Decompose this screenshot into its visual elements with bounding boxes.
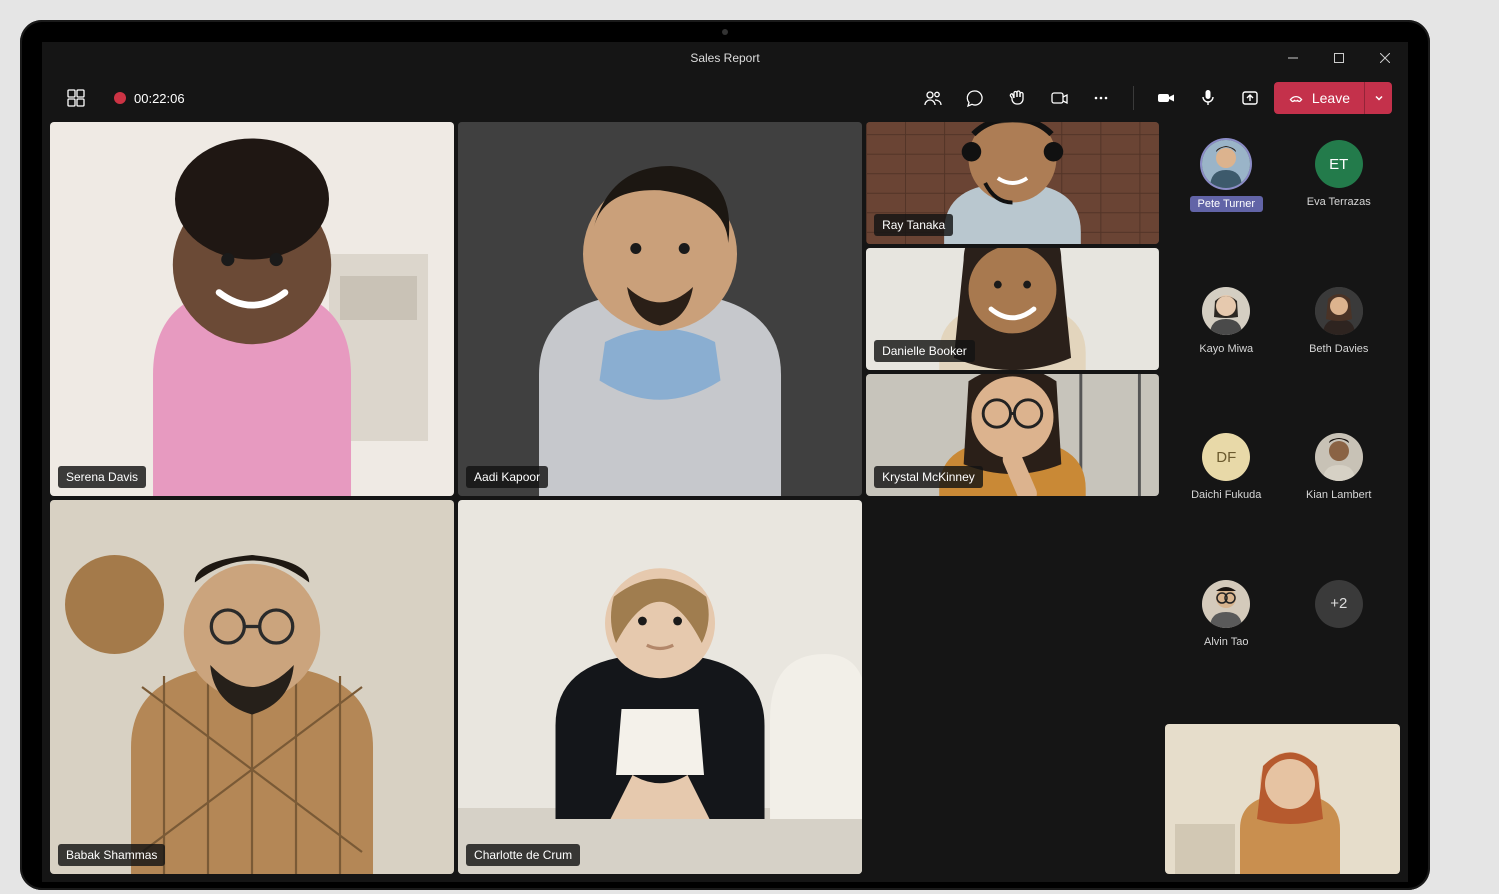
leave-menu-button[interactable] bbox=[1364, 82, 1392, 114]
meeting-stage: Serena Davis bbox=[42, 122, 1408, 882]
close-button[interactable] bbox=[1362, 42, 1408, 74]
video-tile[interactable]: Aadi Kapoor bbox=[458, 122, 862, 496]
participant-video bbox=[50, 122, 454, 496]
participant-label: Eva Terrazas bbox=[1307, 196, 1371, 208]
leave-button[interactable]: Leave bbox=[1274, 82, 1364, 114]
participant-avatar[interactable]: Pete Turner bbox=[1175, 140, 1278, 277]
camera-dot-icon bbox=[722, 29, 728, 35]
minimize-button[interactable] bbox=[1270, 42, 1316, 74]
record-icon bbox=[114, 92, 126, 104]
video-tile[interactable]: Danielle Booker bbox=[866, 248, 1159, 370]
recording-indicator: 00:22:06 bbox=[114, 91, 185, 106]
avatar-icon bbox=[1202, 140, 1250, 188]
participant-label: Kayo Miwa bbox=[1199, 343, 1253, 355]
overflow-participants: Pete Turner ET Eva Terrazas Kayo Miwa bbox=[1165, 122, 1400, 720]
participants-sidebar: Pete Turner ET Eva Terrazas Kayo Miwa bbox=[1165, 122, 1400, 874]
avatar-icon bbox=[1202, 287, 1250, 335]
camera-button[interactable] bbox=[1148, 80, 1184, 116]
video-tile[interactable]: Charlotte de Crum bbox=[458, 500, 862, 874]
app-window: Sales Report bbox=[42, 42, 1408, 882]
more-button[interactable] bbox=[1083, 80, 1119, 116]
participant-label: Daichi Fukuda bbox=[1191, 489, 1261, 501]
participant-video bbox=[50, 500, 454, 874]
avatar-icon bbox=[1202, 580, 1250, 628]
people-button[interactable] bbox=[915, 80, 951, 116]
participant-name: Krystal McKinney bbox=[874, 466, 983, 488]
participant-avatar[interactable]: Beth Davies bbox=[1288, 287, 1391, 424]
avatar-icon: +2 bbox=[1315, 580, 1363, 628]
chat-button[interactable] bbox=[957, 80, 993, 116]
video-grid: Serena Davis bbox=[50, 122, 1159, 874]
participant-label: Kian Lambert bbox=[1306, 489, 1371, 501]
leave-label: Leave bbox=[1312, 90, 1350, 106]
leave-group: Leave bbox=[1274, 82, 1392, 114]
participant-name: Danielle Booker bbox=[874, 340, 975, 362]
participant-label: Alvin Tao bbox=[1204, 636, 1248, 648]
maximize-button[interactable] bbox=[1316, 42, 1362, 74]
participant-name: Charlotte de Crum bbox=[466, 844, 580, 866]
overflow-count[interactable]: +2 bbox=[1288, 580, 1391, 717]
participant-avatar[interactable]: Kayo Miwa bbox=[1175, 287, 1278, 424]
device-frame: Sales Report bbox=[20, 20, 1430, 890]
window-controls bbox=[1270, 42, 1408, 74]
participant-label: Pete Turner bbox=[1190, 196, 1263, 212]
video-tile[interactable]: Serena Davis bbox=[50, 122, 454, 496]
participant-name: Ray Tanaka bbox=[874, 214, 953, 236]
meeting-toolbar: 00:22:06 bbox=[42, 74, 1408, 122]
avatar-icon: ET bbox=[1315, 140, 1363, 188]
avatar-icon bbox=[1315, 433, 1363, 481]
participant-video bbox=[458, 500, 862, 874]
toolbar-right: Leave bbox=[915, 80, 1392, 116]
layout-button[interactable] bbox=[58, 80, 94, 116]
video-tile[interactable]: Krystal McKinney bbox=[866, 374, 1159, 496]
participant-label: Beth Davies bbox=[1309, 343, 1368, 355]
participant-avatar[interactable]: DF Daichi Fukuda bbox=[1175, 433, 1278, 570]
separator bbox=[1133, 86, 1134, 110]
chevron-down-icon bbox=[1374, 93, 1384, 103]
share-button[interactable] bbox=[1232, 80, 1268, 116]
participant-video bbox=[458, 122, 862, 496]
reactions-button[interactable] bbox=[999, 80, 1035, 116]
toolbar-left: 00:22:06 bbox=[58, 80, 185, 116]
mic-button[interactable] bbox=[1190, 80, 1226, 116]
avatar-icon bbox=[1315, 287, 1363, 335]
video-tile[interactable]: Babak Shammas bbox=[50, 500, 454, 874]
rooms-button[interactable] bbox=[1041, 80, 1077, 116]
participant-name: Serena Davis bbox=[58, 466, 146, 488]
title-bar: Sales Report bbox=[42, 42, 1408, 74]
video-tile[interactable]: Ray Tanaka bbox=[866, 122, 1159, 244]
participant-avatar[interactable]: Kian Lambert bbox=[1288, 433, 1391, 570]
video-grid-right: Ray Tanaka bbox=[866, 122, 1159, 496]
participant-name: Aadi Kapoor bbox=[466, 466, 548, 488]
hangup-icon bbox=[1288, 90, 1304, 106]
participant-avatar[interactable]: ET Eva Terrazas bbox=[1288, 140, 1391, 277]
self-video-preview[interactable] bbox=[1165, 724, 1400, 874]
meeting-timer: 00:22:06 bbox=[134, 91, 185, 106]
window-title: Sales Report bbox=[690, 51, 759, 65]
participant-name: Babak Shammas bbox=[58, 844, 165, 866]
avatar-icon: DF bbox=[1202, 433, 1250, 481]
participant-avatar[interactable]: Alvin Tao bbox=[1175, 580, 1278, 717]
